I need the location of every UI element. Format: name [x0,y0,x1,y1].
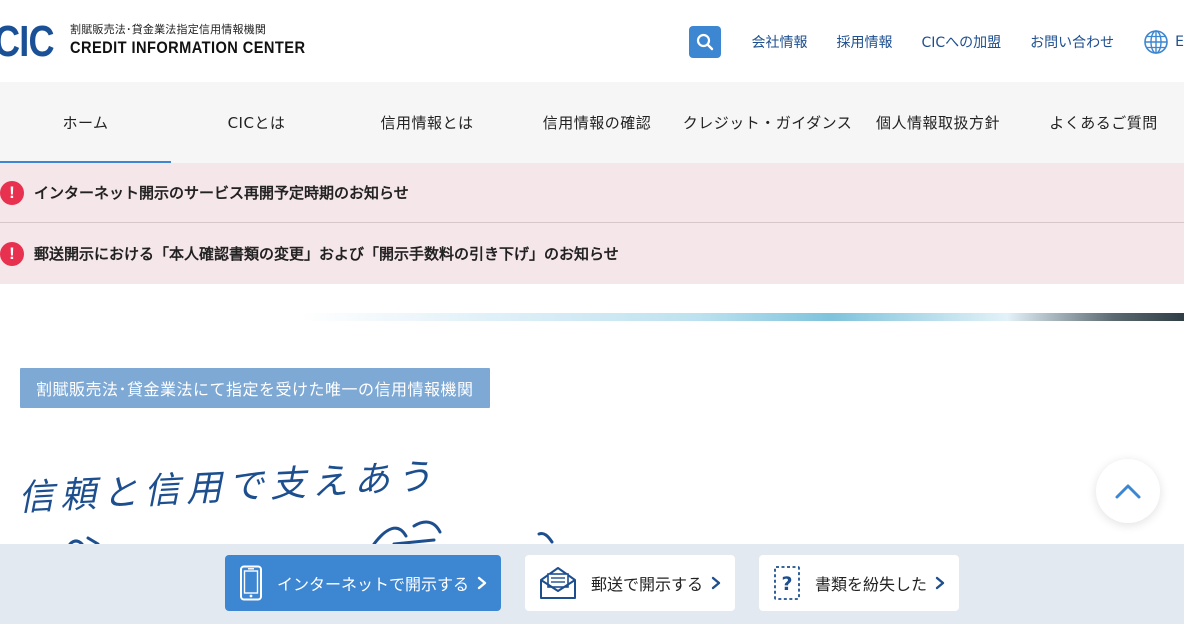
globe-icon [1144,30,1168,54]
chevron-right-icon [711,576,721,590]
hero-handwritten-text: 信頼と信用で支えあう [17,456,439,519]
notice-item[interactable]: ! 郵送開示における「本人確認書類の変更」および「開示手数料の引き下げ」のお知ら… [0,223,1184,284]
logo-mark: CIC [0,17,54,66]
lost-documents-label: 書類を紛失した [815,575,928,594]
util-link-company[interactable]: 会社情報 [751,32,807,52]
disclosure-bar: インターネットで開示する 郵送で開示する ? 書類を紛失した [0,544,1184,624]
hero-handwritten-catchphrase: 信頼と信用で支えあう [14,440,574,550]
hero-image-strip [300,313,1184,321]
mail-disclosure-button[interactable]: 郵送で開示する [525,555,735,611]
smartphone-icon [240,565,262,601]
logo-text: 割賦販売法･貸金業法指定信用情報機関 CREDIT INFORMATION CE… [70,23,344,59]
logo-english-name: CREDIT INFORMATION CENTER [70,38,306,57]
util-link-contact[interactable]: お問い合わせ [1030,32,1114,52]
util-link-recruit[interactable]: 採用情報 [836,32,892,52]
svg-text:?: ? [781,573,792,595]
nav-faq[interactable]: よくあるご質問 [1023,82,1184,163]
notice-item[interactable]: ! インターネット開示のサービス再開予定時期のお知らせ [0,163,1184,223]
logo-subtitle: 割賦販売法･貸金業法指定信用情報機関 [70,23,267,36]
nav-home[interactable]: ホーム [0,82,171,163]
internet-disclosure-button[interactable]: インターネットで開示する [225,555,501,611]
chevron-right-icon [477,576,487,590]
notice-text: インターネット開示のサービス再開予定時期のお知らせ [34,184,409,202]
lost-documents-button[interactable]: ? 書類を紛失した [759,555,959,611]
nav-credit-info[interactable]: 信用情報とは [342,82,512,163]
global-nav: ホーム CICとは 信用情報とは 信用情報の確認 クレジット・ガイダンス 個人情… [0,82,1184,163]
chevron-up-icon [1115,484,1141,499]
util-link-membership[interactable]: CICへの加盟 [921,32,1001,52]
search-button[interactable] [689,26,722,58]
hero-badge: 割賦販売法･貸金業法にて指定を受けた唯一の信用情報機関 [20,368,490,408]
lost-document-icon: ? [774,566,800,600]
notice-list: ! インターネット開示のサービス再開予定時期のお知らせ ! 郵送開示における「本… [0,163,1184,284]
language-label: E [1175,34,1184,50]
utility-nav: 会社情報 採用情報 CICへの加盟 お問い合わせ E [689,26,1184,58]
nav-credit-guidance[interactable]: クレジット・ガイダンス [682,82,853,163]
nav-privacy-policy[interactable]: 個人情報取扱方針 [853,82,1023,163]
site-header: CIC 割賦販売法･貸金業法指定信用情報機関 CREDIT INFORMATIO… [0,0,1184,82]
mail-disclosure-label: 郵送で開示する [591,575,704,594]
language-switch[interactable]: E [1143,29,1184,55]
envelope-icon [540,567,576,599]
alert-icon: ! [0,241,24,266]
search-icon [697,33,714,51]
cic-logo[interactable]: CIC 割賦販売法･貸金業法指定信用情報機関 CREDIT INFORMATIO… [0,17,305,66]
nav-about-cic[interactable]: CICとは [171,82,342,163]
nav-credit-check[interactable]: 信用情報の確認 [512,82,682,163]
internet-disclosure-label: インターネットで開示する [277,575,470,594]
chevron-right-icon [935,576,945,590]
notice-text: 郵送開示における「本人確認書類の変更」および「開示手数料の引き下げ」のお知らせ [34,245,619,263]
alert-icon: ! [0,180,24,205]
page-top-button[interactable] [1096,459,1160,523]
